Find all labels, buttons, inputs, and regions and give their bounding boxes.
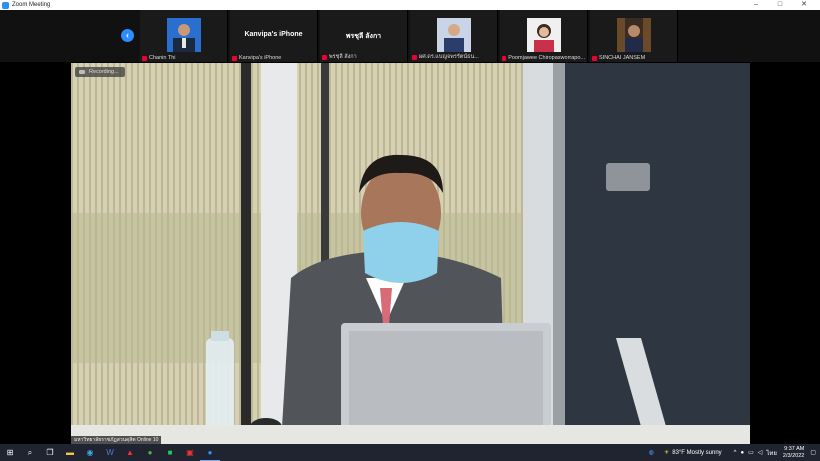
- recording-label: Recording...: [89, 69, 119, 75]
- zoom-app-icon: [2, 1, 9, 9]
- mic-muted-icon: [592, 55, 597, 61]
- zoom-taskbar-icon[interactable]: ●: [200, 444, 220, 461]
- participant-tile[interactable]: ผศ.ดร.แบญจพรรัตน์ธน...: [410, 10, 498, 62]
- clock-date: 2/3/2022: [782, 452, 805, 459]
- participant-photo: [436, 18, 471, 52]
- recording-indicator: Recording...: [75, 67, 125, 77]
- participant-strip: ‹ Chanin Thi Kanvipa's iPhone Kanvipa's …: [0, 10, 820, 62]
- mic-muted-icon: [502, 55, 507, 61]
- windows-taskbar: ⊞ ⌕ ❐ ▬ ◉ W ▲ ● ■ ▣ ● ◍ ☀ 83°F Mostly su…: [0, 444, 820, 461]
- participant-tile[interactable]: SINCHAI JANSEM: [590, 10, 678, 62]
- participant-photo: [526, 18, 561, 52]
- acrobat-icon[interactable]: ▲: [120, 444, 140, 461]
- speaker-name-label: มหาวิทยาลัยราชภัฏสวนดุสิต Online 10: [71, 436, 162, 444]
- speaker-video-frame: [71, 63, 750, 444]
- participant-tile[interactable]: Kanvipa's iPhone Kanvipa's iPhone: [230, 10, 318, 62]
- participant-photo: [166, 18, 201, 52]
- participant-name: ผศ.ดร.แบญจพรรัตน์ธน...: [419, 54, 479, 60]
- weather-icon: ☀: [663, 450, 670, 456]
- maximize-button[interactable]: □: [770, 0, 790, 10]
- microphone-icon[interactable]: ●: [740, 450, 744, 456]
- clock-time: 9:37 AM: [784, 445, 805, 452]
- participant-display-name: พรชุลี ลังกา: [345, 33, 382, 40]
- participant-name: SINCHAI JANSEM: [599, 55, 646, 61]
- participant-tile[interactable]: Chanin Thi: [140, 10, 228, 62]
- participant-tile[interactable]: พรชุลี ลังกา พรชุลี ลังกา: [320, 10, 408, 62]
- media-app-icon[interactable]: ▣: [180, 444, 200, 461]
- weather-text[interactable]: 83°F Mostly sunny: [672, 450, 721, 456]
- participant-display-name: Kanvipa's iPhone: [244, 31, 303, 38]
- network-icon[interactable]: ▭: [748, 449, 754, 456]
- start-menu-icon[interactable]: ⊞: [0, 444, 20, 461]
- file-explorer-icon[interactable]: ▬: [60, 444, 80, 461]
- window-title: Zoom Meeting: [12, 2, 51, 8]
- participant-photo: [616, 18, 651, 52]
- minimize-button[interactable]: –: [746, 0, 766, 10]
- participant-name: Chanin Thi: [149, 55, 176, 61]
- speaker-icon[interactable]: ◁: [758, 449, 763, 456]
- edge-browser-icon[interactable]: ◉: [80, 444, 100, 461]
- meet-now-icon[interactable]: ◍: [649, 449, 654, 456]
- active-speaker-video[interactable]: Recording... มหาวิทยาลัยราชภัฏสวนดุสิต O…: [71, 63, 750, 444]
- mic-muted-icon: [232, 55, 237, 61]
- search-icon[interactable]: ⌕: [20, 444, 40, 461]
- participant-name: Poomjawee Chiropasworrapo...: [508, 55, 585, 61]
- participant-name: พรชุลี ลังกา: [329, 54, 357, 60]
- record-icon: [79, 70, 85, 74]
- mic-muted-icon: [322, 54, 327, 60]
- mic-muted-icon: [142, 55, 147, 61]
- participant-tile[interactable]: Poomjawee Chiropasworrapo...: [500, 10, 588, 62]
- task-view-icon[interactable]: ❐: [40, 444, 60, 461]
- notifications-icon[interactable]: ▢: [810, 449, 816, 456]
- chevron-up-icon[interactable]: ^: [734, 450, 737, 456]
- language-indicator[interactable]: ไทย: [766, 448, 777, 458]
- close-button[interactable]: ✕: [794, 0, 814, 10]
- clock[interactable]: 9:37 AM 2/3/2022: [783, 446, 804, 460]
- line-app-icon[interactable]: ■: [160, 444, 180, 461]
- previous-page-icon[interactable]: ‹: [121, 29, 134, 42]
- system-tray: ◍ ☀ 83°F Mostly sunny ^ ● ▭ ◁ ไทย 9:37 A…: [649, 444, 820, 461]
- mic-muted-icon: [412, 54, 417, 60]
- window-titlebar: Zoom Meeting – □ ✕: [0, 0, 820, 10]
- chrome-icon[interactable]: ●: [140, 444, 160, 461]
- participant-name: Kanvipa's iPhone: [239, 55, 282, 61]
- word-icon[interactable]: W: [100, 444, 120, 461]
